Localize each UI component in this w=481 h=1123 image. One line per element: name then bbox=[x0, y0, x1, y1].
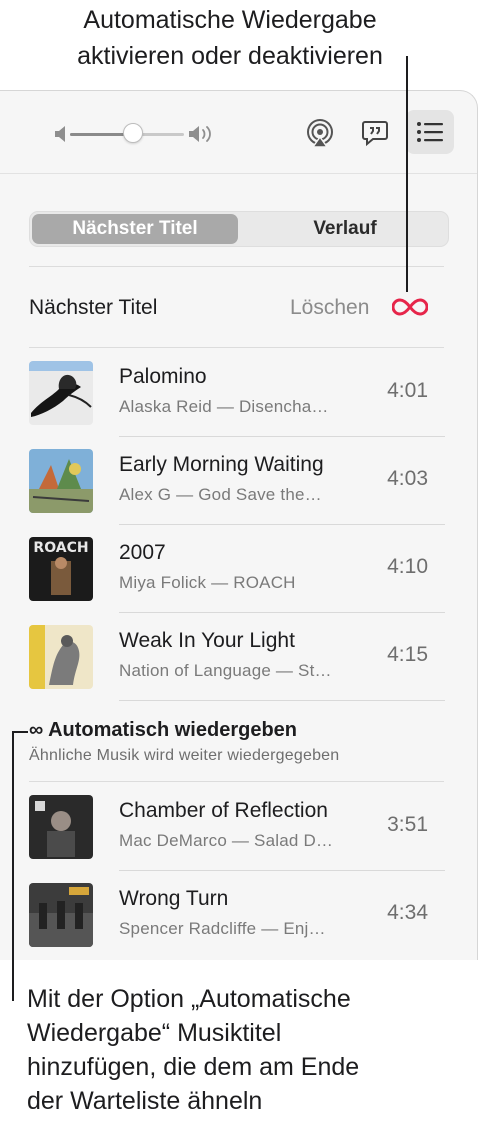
track-subtitle: Miya Folick — ROACH bbox=[119, 573, 296, 592]
callout-bottom-line4: der Warteliste ähneln bbox=[27, 1087, 263, 1115]
track-subtitle: Nation of Language — St… bbox=[119, 661, 332, 680]
album-art bbox=[29, 361, 93, 425]
album-art bbox=[29, 883, 93, 947]
track-subtitle: Spencer Radcliffe — Enj… bbox=[119, 919, 326, 938]
callout-bottom-line3: hinzufügen, die dem am Ende bbox=[27, 1053, 360, 1081]
divider bbox=[29, 781, 444, 782]
album-art bbox=[29, 449, 93, 513]
infinity-icon[interactable] bbox=[392, 296, 428, 318]
queue-history-segmented-control: Nächster Titel Verlauf bbox=[29, 211, 449, 247]
page: Automatische Wiedergabe aktivieren oder … bbox=[0, 0, 481, 1123]
track-duration: 4:34 bbox=[387, 901, 428, 924]
queue-list-icon bbox=[417, 122, 443, 142]
album-art bbox=[29, 795, 93, 859]
queue-list-button[interactable] bbox=[406, 110, 454, 154]
clear-button[interactable]: Löschen bbox=[290, 296, 369, 320]
queue-row[interactable]: ROACH 2007 Miya Folick — ROACH 4:10 bbox=[0, 525, 478, 613]
callout-pointer-bottom bbox=[12, 731, 14, 1001]
callout-pointer-top bbox=[406, 56, 408, 292]
row-divider bbox=[119, 700, 445, 701]
volume-knob[interactable] bbox=[122, 123, 143, 143]
divider bbox=[29, 266, 444, 267]
divider bbox=[29, 347, 444, 348]
tab-up-next[interactable]: Nächster Titel bbox=[32, 214, 238, 244]
tab-history[interactable]: Verlauf bbox=[244, 214, 446, 244]
track-duration: 3:51 bbox=[387, 813, 428, 836]
track-subtitle: Alaska Reid — Disencha… bbox=[119, 397, 329, 416]
lyrics-icon bbox=[362, 121, 388, 147]
track-subtitle: Alex G — God Save the… bbox=[119, 485, 322, 504]
volume-low-icon bbox=[55, 126, 65, 142]
svg-text:ROACH: ROACH bbox=[33, 540, 88, 556]
track-title: Chamber of Reflection bbox=[119, 799, 328, 822]
lyrics-button[interactable] bbox=[357, 115, 393, 151]
album-art bbox=[29, 625, 93, 689]
track-duration: 4:15 bbox=[387, 643, 428, 666]
callout-autoplay-toggle: Automatische Wiedergabe aktivieren oder … bbox=[0, 2, 460, 74]
track-duration: 4:03 bbox=[387, 467, 428, 490]
track-title: Wrong Turn bbox=[119, 887, 229, 910]
autoplay-subtitle: Ähnliche Musik wird weiter wiedergegeben bbox=[29, 747, 340, 764]
album-art: ROACH bbox=[29, 537, 93, 601]
up-next-heading: Nächster Titel bbox=[29, 296, 158, 319]
callout-pointer-bottom-tick bbox=[12, 731, 28, 733]
autoplay-row[interactable]: Chamber of Reflection Mac DeMarco — Sala… bbox=[0, 783, 478, 871]
queue-row[interactable]: Early Morning Waiting Alex G — God Save … bbox=[0, 437, 478, 525]
track-duration: 4:01 bbox=[387, 379, 428, 402]
autoplay-heading: ∞ Automatisch wiedergeben bbox=[29, 719, 298, 741]
callout-autoplay-description: Mit der Option „Automatische Wiedergabe“… bbox=[27, 982, 467, 1118]
callout-bottom-line2: Wiedergabe“ Musiktitel bbox=[27, 1019, 282, 1047]
queue-row[interactable]: Weak In Your Light Nation of Language — … bbox=[0, 613, 478, 701]
volume-high-icon bbox=[189, 126, 211, 142]
queue-row[interactable]: Palomino Alaska Reid — Disencha… 4:01 bbox=[0, 349, 478, 437]
autoplay-row[interactable]: Wrong Turn Spencer Radcliffe — Enj… 4:34 bbox=[0, 871, 478, 957]
track-title: Palomino bbox=[119, 365, 207, 388]
callout-bottom-line1: Mit der Option „Automatische bbox=[27, 985, 351, 1013]
airplay-icon bbox=[307, 119, 333, 148]
track-duration: 4:10 bbox=[387, 555, 428, 578]
track-title: 2007 bbox=[119, 541, 166, 564]
track-subtitle: Mac DeMarco — Salad D… bbox=[119, 831, 334, 850]
airplay-button[interactable] bbox=[302, 115, 338, 151]
track-title: Weak In Your Light bbox=[119, 629, 295, 652]
callout-top-line1: Automatische Wiedergabe bbox=[83, 6, 377, 34]
track-title: Early Morning Waiting bbox=[119, 453, 324, 476]
callout-top-line2: aktivieren oder deaktivieren bbox=[77, 42, 383, 70]
